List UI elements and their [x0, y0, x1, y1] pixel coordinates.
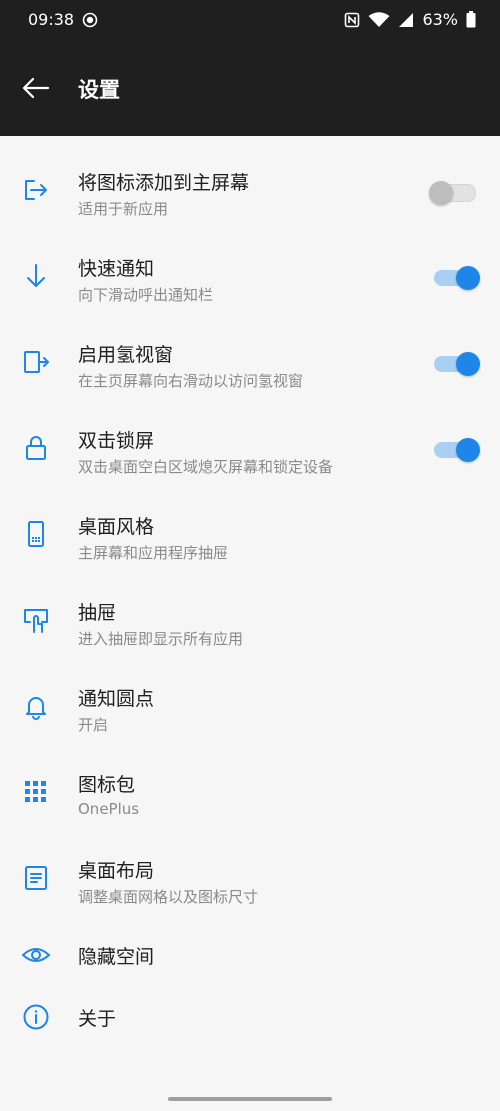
setting-subtitle: 进入抽屉即显示所有应用 — [78, 630, 244, 648]
add-to-home-icon — [20, 174, 52, 206]
setting-subtitle: 在主页屏幕向右滑动以访问氢视窗 — [78, 372, 304, 390]
setting-title: 图标包 — [78, 774, 136, 796]
battery-percent: 63% — [422, 10, 458, 29]
setting-about[interactable]: 关于 — [0, 992, 500, 1042]
setting-desktop-style[interactable]: 桌面风格 主屏幕和应用程序抽屉 — [0, 500, 500, 566]
setting-title: 通知圆点 — [78, 688, 155, 710]
setting-title: 抽屉 — [78, 602, 117, 624]
toggle-knob — [456, 438, 480, 462]
double-tap-lock-toggle[interactable] — [434, 438, 480, 462]
back-button[interactable] — [18, 70, 54, 106]
grid-icon — [20, 776, 52, 808]
phone-icon — [20, 518, 52, 550]
setting-subtitle: 向下滑动呼出通知栏 — [78, 286, 214, 304]
setting-title: 快速通知 — [78, 258, 155, 280]
setting-title: 关于 — [78, 1008, 117, 1030]
arrow-down-icon — [20, 260, 52, 292]
setting-hidden-space[interactable]: 隐藏空间 — [0, 930, 500, 980]
toggle-knob — [456, 352, 480, 376]
quick-notification-toggle[interactable] — [434, 266, 480, 290]
setting-hydrogen-window[interactable]: 启用氢视窗 在主页屏幕向右滑动以访问氢视窗 — [0, 328, 500, 394]
setting-quick-notification[interactable]: 快速通知 向下滑动呼出通知栏 — [0, 242, 500, 308]
signal-icon — [399, 12, 414, 27]
setting-title: 桌面布局 — [78, 860, 155, 882]
battery-icon — [466, 11, 476, 28]
setting-drawer[interactable]: 抽屉 进入抽屉即显示所有应用 — [0, 586, 500, 652]
info-icon — [20, 1001, 52, 1033]
setting-subtitle: 主屏幕和应用程序抽屉 — [78, 544, 229, 562]
toggle-knob — [456, 266, 480, 290]
toolbar: 设置 — [0, 42, 500, 136]
drawer-icon — [20, 604, 52, 636]
hydrogen-window-toggle[interactable] — [434, 352, 480, 376]
arrow-left-icon — [22, 77, 50, 99]
setting-subtitle: 适用于新应用 — [78, 200, 169, 218]
home-indicator[interactable] — [168, 1097, 332, 1101]
toggle-knob — [429, 181, 453, 205]
setting-title: 隐藏空间 — [78, 946, 155, 968]
hydrogen-window-icon — [20, 346, 52, 378]
eye-icon — [20, 939, 52, 971]
setting-icon-pack[interactable]: 图标包 OnePlus — [0, 758, 500, 824]
bell-icon — [20, 690, 52, 722]
setting-subtitle: OnePlus — [78, 800, 140, 818]
add-to-home-toggle[interactable] — [429, 181, 476, 205]
wifi-icon — [368, 11, 390, 27]
setting-subtitle: 双击桌面空白区域熄灭屏幕和锁定设备 — [78, 458, 334, 476]
status-bar: 09:38 63% — [0, 0, 500, 42]
page-title: 设置 — [78, 78, 120, 102]
setting-subtitle: 开启 — [78, 716, 109, 734]
layout-icon — [20, 862, 52, 894]
setting-desktop-layout[interactable]: 桌面布局 调整桌面网格以及图标尺寸 — [0, 844, 500, 910]
status-time: 09:38 — [28, 10, 75, 29]
setting-subtitle: 调整桌面网格以及图标尺寸 — [78, 888, 259, 906]
setting-double-tap-lock[interactable]: 双击锁屏 双击桌面空白区域熄灭屏幕和锁定设备 — [0, 414, 500, 480]
setting-notification-dot[interactable]: 通知圆点 开启 — [0, 672, 500, 738]
setting-add-to-home[interactable]: 将图标添加到主屏幕 适用于新应用 — [0, 156, 500, 222]
status-right: 63% — [344, 10, 476, 29]
nfc-icon — [345, 12, 360, 27]
setting-title: 启用氢视窗 — [78, 344, 174, 366]
setting-title: 将图标添加到主屏幕 — [78, 172, 250, 194]
setting-title: 双击锁屏 — [78, 430, 155, 452]
screen-record-icon — [82, 12, 98, 28]
setting-title: 桌面风格 — [78, 516, 155, 538]
lock-icon — [20, 432, 52, 464]
